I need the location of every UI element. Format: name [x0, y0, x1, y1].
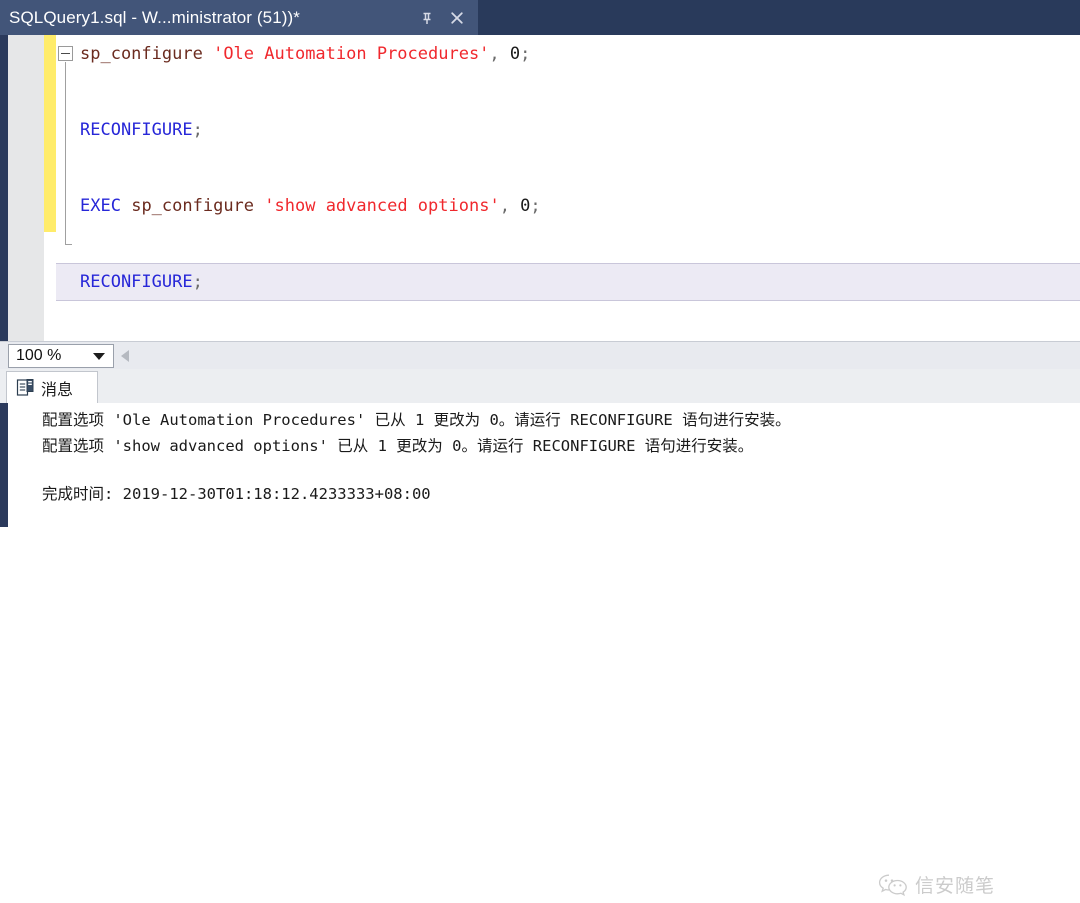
- ssms-query-window: SQLQuery1.sql - W...ministrator (51))* s…: [0, 0, 1080, 897]
- document-tab-strip: SQLQuery1.sql - W...ministrator (51))*: [0, 0, 1080, 35]
- code-token: ,: [489, 44, 500, 64]
- split-left-arrow-icon[interactable]: [121, 350, 129, 362]
- code-token: 0: [509, 196, 531, 216]
- code-token: EXEC: [80, 196, 121, 216]
- code-token: ;: [530, 196, 541, 216]
- code-token: ;: [192, 272, 203, 292]
- message-line: 配置选项 'Ole Automation Procedures' 已从 1 更改…: [42, 411, 791, 429]
- code-line[interactable]: RECONFIGURE;: [56, 111, 1080, 149]
- messages-left-border: [0, 403, 8, 527]
- code-token: 'show advanced options': [264, 196, 500, 216]
- tab-icon-group: [419, 10, 478, 26]
- code-token: 'Ole Automation Procedures': [213, 44, 490, 64]
- close-icon[interactable]: [449, 10, 465, 26]
- tab-messages[interactable]: 消息: [6, 371, 98, 403]
- code-line[interactable]: [56, 73, 1080, 111]
- watermark-text: 信安随笔: [915, 876, 996, 897]
- zoom-level-dropdown[interactable]: 100 %: [8, 344, 114, 368]
- code-token: ;: [192, 120, 203, 140]
- code-token: 0: [499, 44, 521, 64]
- tab-sqlquery1[interactable]: SQLQuery1.sql - W...ministrator (51))*: [0, 0, 478, 35]
- messages-server-icon: [16, 378, 35, 397]
- code-token: sp_configure: [80, 44, 203, 64]
- code-line[interactable]: EXEC sp_configure 'show advanced options…: [56, 187, 1080, 225]
- code-token: RECONFIGURE: [80, 272, 193, 292]
- watermark: 信安随笔: [878, 871, 995, 898]
- message-line: 完成时间: 2019-12-30T01:18:12.4233333+08:00: [42, 485, 431, 503]
- code-token: RECONFIGURE: [80, 120, 193, 140]
- editor-change-bar: [44, 35, 56, 232]
- code-token: ,: [499, 196, 510, 216]
- tab-title: SQLQuery1.sql - W...ministrator (51))*: [9, 7, 300, 27]
- code-line[interactable]: [56, 149, 1080, 187]
- pin-icon[interactable]: [419, 10, 435, 26]
- editor-indicator-margin[interactable]: [8, 35, 44, 341]
- editor-status-bar: 100 %: [0, 341, 1080, 369]
- message-line: 配置选项 'show advanced options' 已从 1 更改为 0。…: [42, 437, 754, 455]
- zoom-level-value: 100 %: [16, 347, 62, 364]
- sql-editor[interactable]: sp_configure 'Ole Automation Procedures'…: [0, 35, 1080, 341]
- code-line[interactable]: sp_configure 'Ole Automation Procedures'…: [56, 35, 1080, 73]
- messages-text: 配置选项 'Ole Automation Procedures' 已从 1 更改…: [42, 407, 1080, 507]
- wechat-icon: [878, 872, 908, 898]
- code-line[interactable]: [56, 225, 1080, 263]
- chevron-down-icon[interactable]: [93, 352, 105, 360]
- code-text-area[interactable]: sp_configure 'Ole Automation Procedures'…: [56, 35, 1080, 341]
- code-token: ;: [520, 44, 531, 64]
- results-tab-strip: 消息: [0, 369, 1080, 403]
- code-line[interactable]: RECONFIGURE;: [56, 263, 1080, 301]
- editor-left-border: [0, 35, 8, 341]
- code-token: sp_configure: [131, 196, 255, 216]
- tab-messages-label: 消息: [41, 381, 74, 399]
- messages-output-pane[interactable]: 配置选项 'Ole Automation Procedures' 已从 1 更改…: [0, 403, 1080, 897]
